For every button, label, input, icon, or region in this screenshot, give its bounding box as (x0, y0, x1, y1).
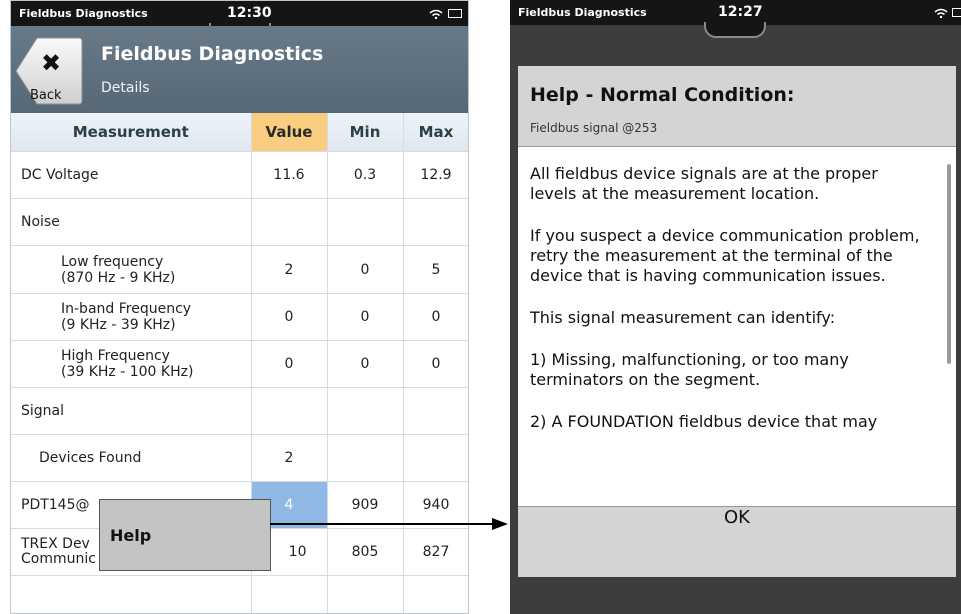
row-value[interactable]: 2 (251, 434, 328, 482)
row-min: 0 (327, 245, 404, 294)
help-menu-label: Help (110, 526, 152, 545)
row-label: Devices Found (11, 434, 252, 482)
table-row-signal[interactable]: Signal (11, 387, 468, 435)
table-row-in-band-frequency[interactable]: In-band Frequency (9 KHz - 39 KHz) 0 0 0 (11, 293, 468, 341)
row-label: DC Voltage (11, 151, 252, 199)
row-label-line2: (9 KHz - 39 KHz) (61, 317, 176, 333)
help-paragraph: All fieldbus device signals are at the p… (530, 164, 878, 203)
row-max: 12.9 (403, 151, 468, 199)
wifi-icon (934, 8, 948, 18)
row-min (327, 387, 404, 435)
dialog-footer: OK (518, 506, 956, 577)
row-value (251, 387, 328, 435)
page-title: Fieldbus Diagnostics (101, 43, 324, 65)
help-paragraph: 2) A FOUNDATION fieldbus device that may (530, 412, 878, 431)
status-notch (704, 22, 766, 38)
dialog-title: Help - Normal Condition: (530, 84, 795, 106)
row-value[interactable]: 2 (251, 245, 328, 294)
row-min: 805 (327, 528, 404, 576)
dialog-body[interactable]: All fieldbus device signals are at the p… (530, 164, 922, 504)
arrow-connector-icon (270, 518, 508, 530)
row-label: In-band Frequency (9 KHz - 39 KHz) (11, 293, 252, 341)
table-row-dc-voltage[interactable]: DC Voltage 11.6 0.3 12.9 (11, 151, 468, 199)
battery-icon (448, 9, 462, 18)
table-header-row: Measurement Value Min Max (11, 113, 468, 152)
row-min: 0.3 (327, 151, 404, 199)
table-row-devices-found[interactable]: Devices Found 2 (11, 434, 468, 482)
close-icon: ✖ (41, 49, 62, 77)
row-label-line1: Low frequency (61, 253, 164, 270)
row-label-line1: In-band Frequency (61, 301, 192, 317)
battery-icon (952, 8, 961, 17)
dialog-scrollbar[interactable] (947, 164, 951, 364)
dialog-header: Help - Normal Condition: Fieldbus signal… (518, 66, 956, 147)
row-label-line2: (39 KHz - 100 KHz) (61, 364, 194, 380)
row-min: 0 (327, 340, 404, 388)
status-app-title: Fieldbus Diagnostics (518, 6, 647, 19)
row-max: 827 (403, 528, 468, 576)
table-row-high-frequency[interactable]: High Frequency (39 KHz - 100 KHz) 0 0 0 (11, 340, 468, 388)
help-dialog: Help - Normal Condition: Fieldbus signal… (518, 66, 956, 577)
help-paragraph: 1) Missing, malfunctioning, or too many … (530, 350, 849, 389)
row-max (403, 198, 468, 246)
wifi-icon (429, 9, 443, 19)
row-label-line1: High Frequency (61, 348, 170, 364)
help-paragraph: This signal measurement can identify: (530, 308, 836, 327)
row-value (251, 198, 328, 246)
status-time: 12:27 (718, 4, 763, 20)
row-max: 0 (403, 340, 468, 388)
row-value[interactable]: 11.6 (251, 151, 328, 199)
table-row-noise[interactable]: Noise (11, 198, 468, 246)
back-label: Back (30, 88, 62, 103)
row-max: 0 (403, 293, 468, 341)
column-header-value[interactable]: Value (251, 113, 328, 152)
row-label: Low frequency (870 Hz - 9 KHz) (11, 245, 252, 294)
row-value[interactable]: 0 (251, 340, 328, 388)
page-subtitle: Details (101, 80, 150, 96)
back-button[interactable]: ✖ Back (15, 37, 83, 105)
column-header-measurement[interactable]: Measurement (11, 113, 252, 152)
row-max (403, 434, 468, 482)
device-screen-help: Fieldbus Diagnostics 12:27 Help - Normal… (510, 0, 961, 614)
column-header-min[interactable]: Min (327, 113, 404, 152)
row-value[interactable]: 0 (251, 293, 328, 341)
row-label: High Frequency (39 KHz - 100 KHz) (11, 340, 252, 388)
ok-button[interactable]: OK (518, 507, 956, 577)
help-paragraph: If you suspect a device communication pr… (530, 226, 920, 285)
help-menu-item[interactable]: Help (99, 499, 271, 571)
row-min: 0 (327, 293, 404, 341)
title-bar: ✖ Back Fieldbus Diagnostics Details (11, 26, 468, 113)
table-row-empty (11, 575, 468, 613)
row-min (327, 434, 404, 482)
row-label: Signal (11, 387, 252, 435)
row-max (403, 387, 468, 435)
row-max: 5 (403, 245, 468, 294)
table-row-low-frequency[interactable]: Low frequency (870 Hz - 9 KHz) 2 0 5 (11, 245, 468, 294)
row-label-line2: (870 Hz - 9 KHz) (61, 269, 176, 286)
column-header-max[interactable]: Max (403, 113, 468, 152)
status-app-title: Fieldbus Diagnostics (19, 7, 148, 20)
status-time: 12:30 (227, 5, 272, 21)
row-label: Noise (11, 198, 252, 246)
row-min (327, 198, 404, 246)
dialog-subtitle: Fieldbus signal @253 (530, 121, 658, 135)
